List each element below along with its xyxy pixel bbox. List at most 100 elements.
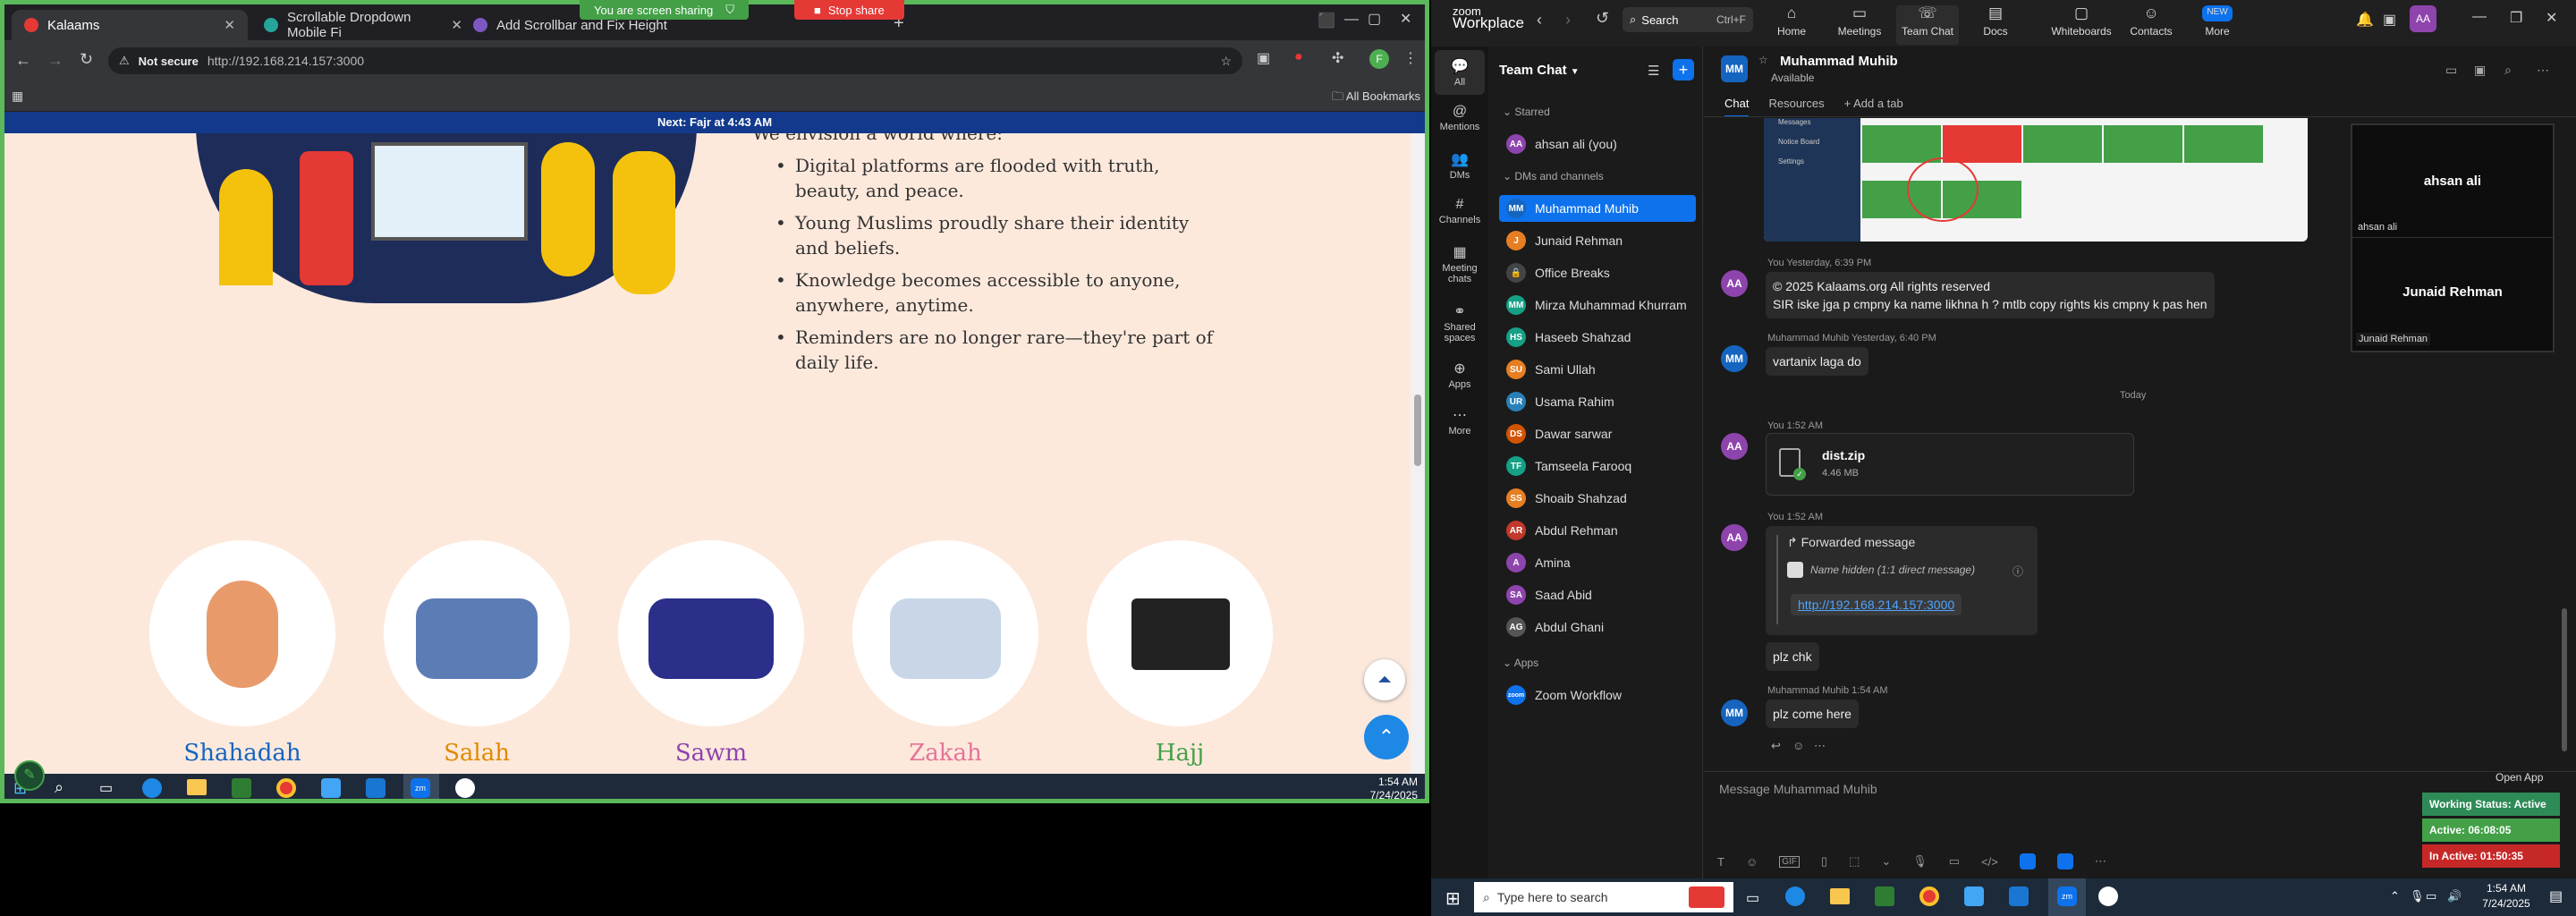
back-icon[interactable]: ← — [15, 51, 31, 70]
rail-dms[interactable]: 👥 DMs — [1431, 150, 1488, 181]
apps-grid-icon[interactable]: ▦ — [12, 89, 23, 104]
app-icon[interactable] — [321, 778, 341, 798]
chat-item-self[interactable]: AA ahsan ali (you) — [1499, 131, 1696, 157]
close-icon[interactable]: ✕ — [224, 17, 235, 33]
message-bubble[interactable]: plz come here — [1766, 700, 1859, 728]
bookmark-star-icon[interactable]: ☆ — [1220, 54, 1232, 69]
apps-header[interactable]: ⌄ Apps — [1503, 657, 1538, 669]
chat-item[interactable]: DS Dawar sarwar — [1499, 420, 1696, 447]
app-icon[interactable] — [1964, 886, 1984, 906]
chat-item[interactable]: AG Abdul Ghani — [1499, 614, 1696, 640]
minimize-icon[interactable]: — — [1344, 12, 1359, 28]
chat-title[interactable]: Muhammad Muhib — [1780, 54, 1898, 69]
chat-item[interactable]: UR Usama Rahim — [1499, 388, 1696, 415]
history-icon[interactable]: ↺ — [1596, 9, 1609, 28]
profile-avatar[interactable]: F — [1369, 49, 1389, 69]
notification-icon[interactable]: ▤ — [2549, 887, 2563, 905]
video-call-icon[interactable]: ▭ — [2445, 63, 2457, 78]
video-tile-junaid[interactable]: Junaid Rehman Junaid Rehman — [2352, 238, 2553, 351]
window-close-icon[interactable]: ✕ — [1400, 10, 1411, 28]
message-bubble[interactable]: vartanix laga do — [1766, 347, 1868, 376]
gif-icon[interactable]: GIF — [1779, 855, 1800, 868]
extensions-icon[interactable]: ▣ — [1257, 49, 1270, 67]
file-icon[interactable]: ▯ — [1821, 854, 1827, 869]
all-bookmarks-link[interactable]: 🗀 All Bookmarks — [1332, 89, 1420, 108]
tab-kalaams[interactable]: Kalaams ✕ — [12, 10, 248, 40]
edge-icon[interactable] — [142, 778, 162, 798]
chat-item[interactable]: SA Saad Abid — [1499, 581, 1696, 608]
video-tile-self[interactable]: ahsan ali ahsan ali — [2352, 125, 2553, 238]
pillar-label-zakah[interactable]: Zakah — [838, 740, 1053, 767]
store-icon[interactable] — [232, 778, 251, 798]
annotate-pencil-icon[interactable]: ✎ — [14, 760, 45, 791]
app-round-icon[interactable] — [2098, 886, 2118, 906]
more-icon[interactable]: ⋯ — [2537, 63, 2549, 78]
search-box[interactable]: ⌕ Search Ctrl+F — [1623, 7, 1753, 32]
vscode-icon[interactable] — [366, 778, 386, 798]
rail-meeting-chats[interactable]: ▦ Meeting chats — [1431, 243, 1488, 284]
page-scrollbar-thumb[interactable] — [1414, 394, 1421, 466]
tab-scrollable-dropdown[interactable]: Scrollable Dropdown Mobile Fi ✕ — [251, 10, 475, 40]
chat-item[interactable]: AR Abdul Rehman — [1499, 517, 1696, 544]
dms-header[interactable]: ⌄ DMs and channels — [1503, 170, 1604, 182]
pillar-label-salah[interactable]: Salah — [369, 740, 584, 767]
chat-item[interactable]: MM Mirza Muhammad Khurram — [1499, 292, 1696, 318]
pillar-label-hajj[interactable]: Hajj — [1072, 740, 1287, 767]
team-chat-dropdown[interactable]: Team Chat ▼ — [1499, 63, 1580, 78]
network-icon[interactable]: ▭ — [2426, 889, 2436, 903]
forwarded-message[interactable]: ↱ Forwarded message Name hidden (1:1 dir… — [1766, 526, 2038, 635]
nav-meetings[interactable]: ▭ Meetings — [1828, 5, 1891, 38]
more-icon[interactable]: ⋯ — [1814, 739, 1826, 753]
code-icon[interactable]: </> — [1981, 855, 1998, 869]
panel-icon[interactable]: ▣ — [2383, 11, 2396, 29]
chrome-icon[interactable] — [276, 778, 296, 798]
reload-icon[interactable]: ↻ — [80, 50, 93, 69]
emoji-react-icon[interactable]: ☺ — [1792, 739, 1804, 752]
chat-item[interactable]: 🔒 Office Breaks — [1499, 259, 1696, 286]
nav-contacts[interactable]: ☺ Contacts — [2120, 5, 2182, 38]
chat-item-zoom-workflow[interactable]: zoom Zoom Workflow — [1499, 682, 1696, 708]
nav-team-chat[interactable]: ☏ Team Chat — [1896, 5, 1959, 45]
explorer-icon[interactable] — [187, 779, 207, 795]
info-icon[interactable]: ⓘ — [2012, 564, 2023, 579]
pillar-label-shahadah[interactable]: Shahadah — [135, 740, 350, 767]
chat-item[interactable]: TF Tamseela Farooq — [1499, 453, 1696, 479]
forward-icon[interactable]: → — [47, 51, 64, 70]
rail-more[interactable]: ⋯ More — [1431, 406, 1488, 437]
task-view-icon[interactable]: ▭ — [99, 779, 113, 797]
rail-apps[interactable]: ⊕ Apps — [1431, 360, 1488, 390]
extension-icon[interactable]: ⬛ — [1318, 12, 1335, 30]
new-chat-plus-icon[interactable]: + — [1673, 59, 1694, 81]
stop-share-button[interactable]: ■ Stop share — [794, 0, 904, 20]
rail-channels[interactable]: # Channels — [1431, 197, 1488, 225]
store-icon[interactable] — [1875, 886, 1894, 906]
record-icon[interactable]: ● — [1294, 49, 1303, 65]
chat-item[interactable]: SU Sami Ullah — [1499, 356, 1696, 383]
chrome-icon[interactable] — [1919, 886, 1939, 906]
menu-icon[interactable]: ⋮ — [1403, 49, 1418, 67]
task-view-icon[interactable]: ▭ — [1746, 889, 1759, 907]
scroll-up-arrow-icon[interactable]: ⏶ — [1364, 659, 1405, 700]
rail-shared-spaces[interactable]: ⚭ Shared spaces — [1431, 302, 1488, 344]
star-icon[interactable]: ☆ — [1758, 54, 1768, 66]
chat-item[interactable]: A Amina — [1499, 549, 1696, 576]
back-icon[interactable]: ‹ — [1537, 11, 1542, 30]
message-input[interactable]: Message Muhammad Muhib — [1719, 782, 2184, 805]
open-app-link[interactable]: Open App — [2496, 771, 2543, 784]
tab-add[interactable]: + Add a tab — [1844, 97, 1903, 117]
format-icon[interactable]: T — [1717, 855, 1724, 869]
emoji-icon[interactable]: ☺ — [1746, 855, 1758, 869]
puzzle-icon[interactable]: ✣ — [1332, 49, 1343, 67]
explorer-icon[interactable] — [1830, 888, 1850, 904]
volume-icon[interactable]: 🔊 — [2447, 889, 2462, 903]
pillar-label-sawm[interactable]: Sawm — [604, 740, 818, 767]
chevron-down-icon[interactable]: ⌄ — [1881, 854, 1891, 869]
search-icon[interactable]: ⌕ — [55, 778, 64, 797]
video-msg-icon[interactable]: ▭ — [1949, 854, 1960, 869]
bell-icon[interactable]: 🔔 — [2356, 11, 2374, 29]
nav-docs[interactable]: ▤ Docs — [1964, 5, 2027, 38]
forwarded-link[interactable]: http://192.168.214.157:3000 — [1791, 594, 1962, 615]
starred-header[interactable]: ⌄ Starred — [1503, 106, 1550, 118]
tray-chevron-icon[interactable]: ⌃ — [2390, 889, 2400, 903]
tab-resources[interactable]: Resources — [1768, 97, 1824, 117]
